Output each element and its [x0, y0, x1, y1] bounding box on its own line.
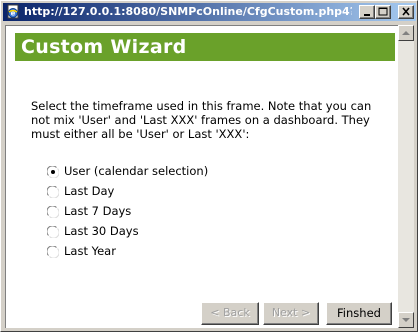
minimize-icon — [364, 14, 370, 16]
wizard-header: Custom Wizard — [15, 33, 395, 61]
minimize-button[interactable] — [359, 5, 375, 19]
option-label: Last 30 Days — [64, 224, 139, 238]
scroll-up-button[interactable] — [398, 25, 414, 41]
radio-button-icon[interactable] — [47, 206, 59, 218]
maximize-button[interactable] — [375, 5, 391, 19]
option-label: Last Year — [64, 244, 116, 258]
finish-button[interactable]: Finshed — [326, 302, 392, 325]
svg-text:e: e — [11, 10, 16, 18]
radio-button-icon[interactable] — [47, 226, 59, 238]
option-label: User (calendar selection) — [64, 164, 209, 178]
scroll-down-button[interactable] — [398, 312, 414, 328]
maximize-icon — [378, 7, 388, 16]
option-last-30-days[interactable]: Last 30 Days — [47, 223, 287, 239]
arrow-up-icon — [402, 31, 410, 35]
ie-page-icon: e — [5, 4, 21, 20]
title-bar[interactable]: e http://127.0.0.1:8080/SNMPcOnline/CfgC… — [3, 3, 416, 21]
option-last-7-days[interactable]: Last 7 Days — [47, 203, 287, 219]
instructions-text: Select the timeframe used in this frame.… — [31, 99, 372, 141]
radio-button-selected-icon[interactable] — [47, 166, 59, 178]
vertical-scrollbar[interactable] — [398, 25, 414, 328]
page-title: Custom Wizard — [21, 36, 187, 58]
option-last-year[interactable]: Last Year — [47, 243, 287, 259]
option-last-day[interactable]: Last Day — [47, 183, 287, 199]
option-label: Last Day — [64, 184, 115, 198]
window-title: http://127.0.0.1:8080/SNMPcOnline/CfgCus… — [24, 5, 352, 18]
radio-button-icon[interactable] — [47, 246, 59, 258]
browser-popup-window: e http://127.0.0.1:8080/SNMPcOnline/CfgC… — [0, 0, 418, 332]
option-label: Last 7 Days — [64, 204, 132, 218]
next-button[interactable]: Next > — [263, 302, 319, 325]
back-button[interactable]: < Back — [201, 302, 259, 325]
radio-button-icon[interactable] — [47, 186, 59, 198]
close-icon — [402, 7, 410, 16]
option-user[interactable]: User (calendar selection) — [47, 163, 287, 179]
arrow-down-icon — [402, 318, 410, 322]
close-button[interactable] — [398, 5, 414, 19]
